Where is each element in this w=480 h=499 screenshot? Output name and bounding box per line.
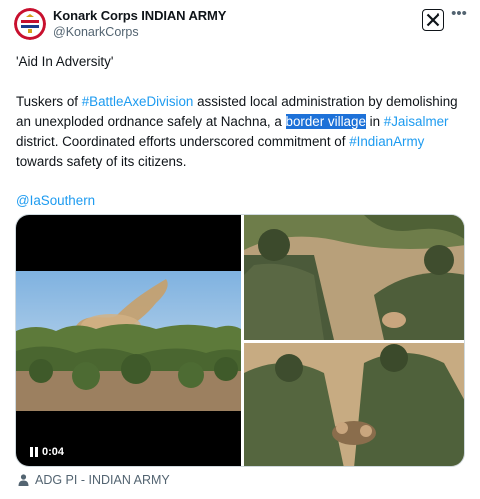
tweet-body: Tuskers of #BattleAxeDivision assisted l…	[16, 92, 471, 172]
media-grid: 0:04	[15, 214, 465, 467]
video-player[interactable]: 0:04	[16, 215, 241, 466]
hashtag-link[interactable]: #IndianArmy	[349, 134, 424, 149]
media-source: ADG PI - INDIAN ARMY	[18, 473, 170, 487]
photo-soldiers-digging[interactable]	[244, 343, 464, 466]
selected-text: border village	[285, 114, 366, 129]
text-segment: Tuskers of	[16, 94, 82, 109]
video-duration: 0:04	[42, 446, 65, 458]
x-logo-icon[interactable]	[422, 9, 444, 31]
mention-link[interactable]: @IaSouthern	[16, 193, 95, 208]
source-label[interactable]: ADG PI - INDIAN ARMY	[35, 473, 170, 487]
tweet-title-line: 'Aid In Adversity'	[16, 54, 114, 69]
author-name[interactable]: Konark Corps INDIAN ARMY	[53, 8, 226, 23]
person-icon	[18, 474, 29, 486]
army-emblem-icon[interactable]	[14, 8, 46, 40]
hashtag-link[interactable]: #Jaisalmer	[384, 114, 449, 129]
tweet-text: 'Aid In Adversity' Tuskers of #BattleAxe…	[16, 52, 471, 211]
tweet-card: Konark Corps INDIAN ARMY @KonarkCorps ••…	[0, 0, 480, 499]
video-frame-explosion	[16, 271, 241, 411]
more-options-icon[interactable]: •••	[449, 5, 469, 25]
text-segment: towards safety of its citizens.	[16, 154, 187, 169]
mention-line: @IaSouthern	[16, 191, 471, 211]
photo-soldiers-inspecting[interactable]	[244, 215, 464, 340]
text-segment: district. Coordinated efforts underscore…	[16, 134, 350, 149]
author-handle[interactable]: @KonarkCorps	[53, 25, 139, 39]
pause-icon[interactable]	[30, 447, 38, 457]
hashtag-link[interactable]: #BattleAxeDivision	[82, 94, 194, 109]
text-segment: in	[365, 114, 384, 129]
video-timestamp: 0:04	[24, 444, 71, 460]
